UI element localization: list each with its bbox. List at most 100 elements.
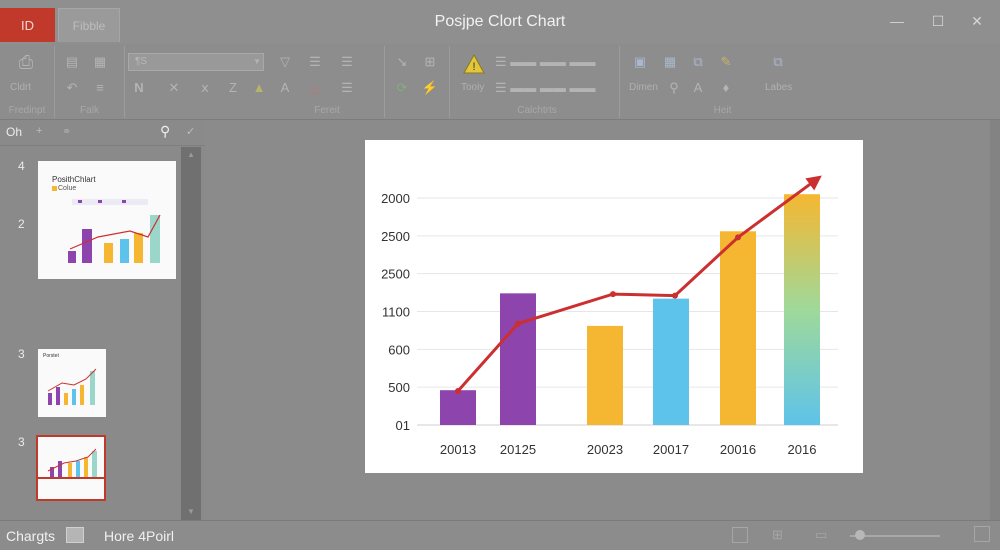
edit-icon[interactable]: ✎ [717, 54, 735, 70]
x-tick-label: 2016 [788, 442, 817, 457]
warning-icon[interactable]: ! [463, 54, 485, 74]
ribbon-group-label: Heit [713, 105, 732, 116]
numbering-icon[interactable]: ☰ [338, 54, 356, 70]
paste-icon[interactable]: ⎙ [17, 53, 35, 76]
slide-number: 3 [18, 347, 25, 361]
new-slide-icon[interactable]: ▤ [63, 54, 81, 70]
line-style-icon[interactable]: ☰ ▬▬ ▬▬ ▬▬ [495, 54, 605, 70]
italic-icon[interactable]: ✕ [165, 80, 183, 96]
slide-panel-header: Oh + ⚭ ⚲ ✓ [0, 120, 205, 146]
effects-icon[interactable]: ⚡ [421, 80, 439, 96]
y-tick-label: 1100 [382, 305, 410, 320]
trend-point [672, 292, 678, 299]
thumb-chart-graphic [52, 186, 161, 263]
add-slide-icon[interactable]: + [36, 125, 42, 137]
slide-number: 3 [18, 435, 25, 449]
x-tick-label: 20016 [720, 442, 756, 457]
slide-thumbnail-1[interactable]: PosithChlart Colue [38, 161, 176, 279]
minimize-icon[interactable]: — [888, 12, 906, 30]
dimen-label: Dimen [629, 82, 658, 93]
y-tick-label: 600 [388, 342, 410, 357]
chevron-down-icon[interactable]: ▼ [248, 54, 266, 70]
y-tick-label: 2500 [381, 267, 410, 282]
bar [587, 325, 623, 425]
align-icon[interactable]: ☰ [338, 80, 356, 96]
title-bar: ID Fibble Posjpe Clort Chart — ☐ ✕ [0, 0, 1000, 44]
filter-icon[interactable]: ▽ [276, 54, 294, 70]
notes-icon[interactable] [66, 527, 84, 543]
x-tick-label: 20013 [440, 442, 476, 457]
thumb-chart-graphic [47, 368, 97, 405]
ribbon-group-label: Fredinpt [8, 105, 46, 116]
reset-icon[interactable]: ↶ [63, 80, 81, 96]
arrange-icon[interactable]: ⊞ [421, 54, 439, 70]
gallery-icon[interactable]: ▦ [661, 54, 679, 70]
close-icon[interactable]: ✕ [968, 12, 986, 30]
bar-chart: 01 500 600 1100 2500 2500 2000 20013 20125 20023 2… [381, 175, 838, 457]
reading-view-icon[interactable]: ▭ [815, 527, 827, 543]
crop-icon[interactable]: ⚲ [665, 80, 683, 96]
highlight-icon[interactable]: ▲ [250, 80, 268, 96]
select-icon[interactable]: ⧉ [769, 54, 787, 70]
ribbon-group-paragraph: ▽ ☰ ☰ A △ ☰ Fereit [270, 46, 385, 118]
collapse-icon[interactable]: ✓ [186, 125, 195, 138]
slide-number: 2 [18, 217, 25, 231]
status-left: Chargts [6, 528, 56, 544]
window-title: Posjpe Clort Chart [434, 13, 566, 30]
labes-label: Labes [765, 82, 793, 93]
slide-number: 4 [18, 159, 25, 173]
bar [440, 390, 476, 425]
slide-sorter-icon[interactable]: ⊞ [772, 527, 783, 543]
ribbon-group-label: Falk [80, 105, 99, 116]
normal-view-icon[interactable] [732, 527, 748, 543]
text-icon[interactable]: A [689, 80, 707, 96]
shape-fill-icon[interactable]: △ [306, 80, 324, 96]
zoom-thumb[interactable] [855, 530, 865, 540]
search-icon[interactable]: ⚲ [160, 123, 170, 140]
section-icon[interactable]: ≡ [91, 80, 109, 96]
ribbon-group-charts: ! Tooiy ☰ ▬▬ ▬▬ ▬▬ ☰ ▬▬ ▬▬ ▬▬ Calchtrts [455, 46, 620, 118]
ribbon-group-editing: ▣ ▦ ⧉ ✎ ⧉ Dimen ⚲ A ♦ Labes Heit [625, 46, 820, 118]
current-slide[interactable]: 01 500 600 1100 2500 2500 2000 20013 20125 20023 2… [365, 140, 863, 473]
slide-thumbnail-2[interactable]: Porstet [38, 349, 106, 417]
trend-point [515, 320, 521, 327]
fit-slide-icon[interactable] [974, 526, 990, 542]
strike-icon[interactable]: ⅹ [196, 80, 214, 96]
layout-icon[interactable]: ▦ [91, 54, 109, 70]
maximize-icon[interactable]: ☐ [929, 12, 947, 30]
copy-icon[interactable]: ⧉ [689, 54, 707, 70]
trend-point [610, 291, 616, 298]
y-tick-label: 01 [396, 418, 410, 433]
x-tick-label: 20125 [500, 442, 536, 457]
thumbnail-scrollbar[interactable]: ▲ ▼ [181, 147, 201, 520]
ribbon-group-clipboard: ⎙ Cldrt Fredinpt [0, 46, 55, 118]
draw-icon[interactable]: ↘ [393, 54, 411, 70]
font-color-icon[interactable]: A [276, 80, 294, 96]
line-weight-icon[interactable]: ☰ ▬▬ ▬▬ ▬▬ [495, 80, 605, 96]
bar [500, 293, 536, 425]
underline-icon[interactable]: Z [224, 80, 242, 96]
y-tick-label: 2500 [381, 229, 410, 244]
trend-point [735, 234, 741, 241]
svg-text:!: ! [472, 61, 475, 73]
scroll-up-icon[interactable]: ▲ [181, 147, 201, 163]
slide-canvas: 01 500 600 1100 2500 2500 2000 20013 20125 20023 2… [205, 120, 1000, 520]
scroll-down-icon[interactable]: ▼ [181, 504, 201, 520]
bold-icon[interactable]: N [130, 80, 148, 96]
refresh-icon[interactable]: ⟳ [393, 80, 411, 96]
selection-frame [36, 477, 106, 501]
replace-icon[interactable]: ♦ [717, 80, 735, 96]
y-tick-label: 2000 [381, 191, 410, 206]
bullets-icon[interactable]: ☰ [306, 54, 324, 70]
ribbon-group-label: Fereit [314, 105, 340, 116]
status-right: Hore 4Poirl [104, 528, 175, 544]
ribbon-group-drawing: ↘ ⊞ ⟳ ⚡ [385, 46, 450, 118]
ribbon-group-label: Calchtrts [517, 105, 557, 116]
status-bar: Chargts Hore 4Poirl ⊞ ▭ [0, 520, 1000, 550]
canvas-scrollbar[interactable] [990, 120, 1000, 520]
link-icon[interactable]: ⚭ [62, 125, 71, 138]
trend-point [455, 387, 461, 394]
image-icon[interactable]: ▣ [631, 54, 649, 70]
ribbon: ⎙ Cldrt Fredinpt ▤ ▦ ↶ ≡ Falk ¶S ▼ N ✕ ⅹ… [0, 44, 1000, 120]
font-name-input[interactable]: ¶S [128, 53, 264, 71]
